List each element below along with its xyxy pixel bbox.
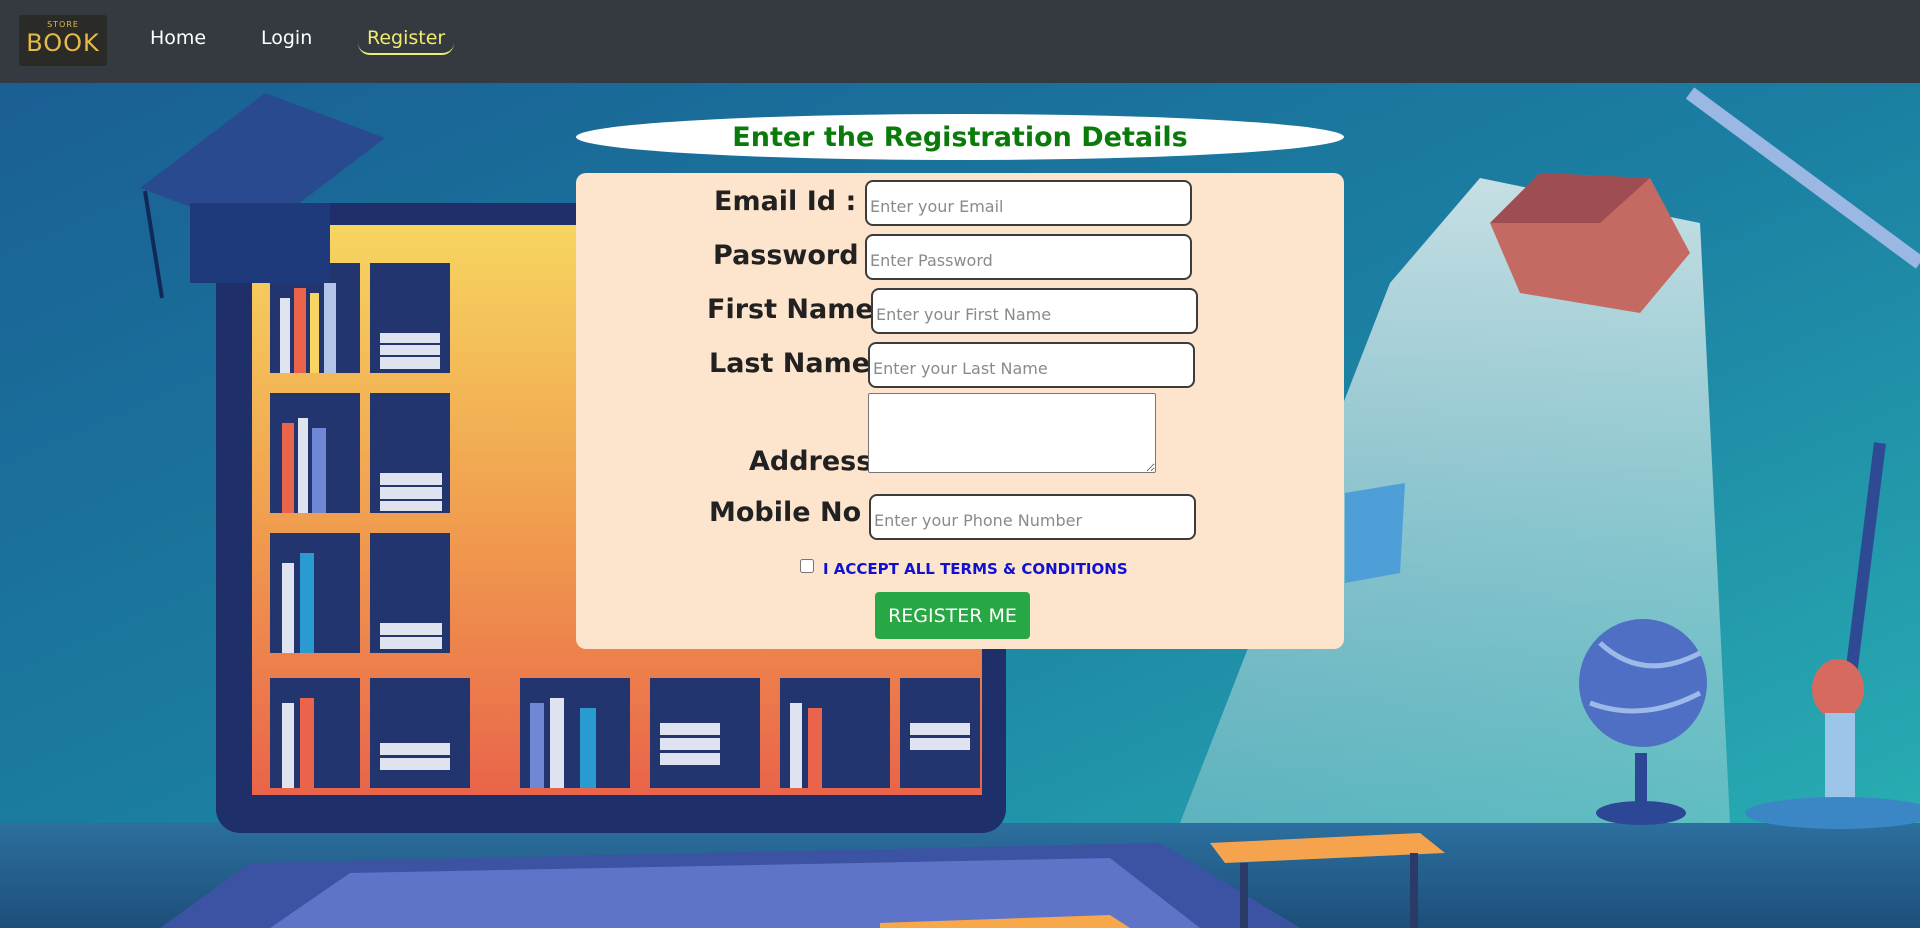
address-label: Address: [749, 446, 884, 477]
nav-home-link[interactable]: Home [150, 27, 206, 49]
terms-label[interactable]: I ACCEPT ALL TERMS & CONDITIONS [823, 560, 1128, 578]
nav-register-link[interactable]: Register [358, 27, 455, 55]
email-label: Email Id : [714, 186, 857, 217]
mobile-label: Mobile No : [709, 497, 882, 528]
logo-store-text: STORE [47, 20, 79, 29]
navbar: STORE BOOK Home Login Register [0, 0, 1920, 83]
register-me-button[interactable]: REGISTER ME [875, 592, 1030, 639]
bookstore-logo[interactable]: STORE BOOK [19, 15, 107, 66]
mobile-input[interactable] [869, 494, 1196, 540]
password-label: Password : [713, 240, 879, 271]
first-name-input[interactable] [871, 288, 1198, 334]
address-textarea[interactable] [868, 393, 1156, 473]
registration-title-bar: Enter the Registration Details [576, 114, 1344, 160]
logo-book-text: BOOK [26, 29, 100, 57]
last-name-label: Last Name : [709, 348, 891, 379]
terms-checkbox[interactable] [800, 559, 814, 573]
nav-login-link[interactable]: Login [261, 27, 312, 49]
email-input[interactable] [865, 180, 1192, 226]
registration-title: Enter the Registration Details [732, 121, 1188, 153]
first-name-label: First Name : [707, 294, 894, 325]
last-name-input[interactable] [868, 342, 1195, 388]
password-input[interactable] [865, 234, 1192, 280]
